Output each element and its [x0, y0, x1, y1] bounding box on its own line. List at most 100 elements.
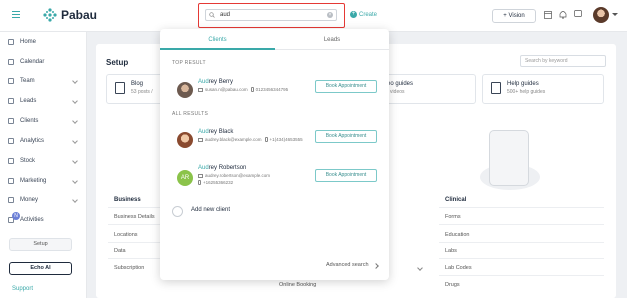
stock-icon [8, 158, 14, 164]
divider [439, 242, 604, 243]
mail-icon [198, 87, 203, 92]
sidebar-item-marketing[interactable]: Marketing [8, 176, 83, 188]
mail-icon [198, 173, 203, 178]
divider [439, 224, 604, 225]
online-booking-link[interactable]: Online Booking [279, 282, 316, 288]
marketing-icon [8, 178, 14, 184]
activities-badge: N [12, 212, 20, 220]
sidebar-item-stock[interactable]: Stock [8, 156, 83, 168]
divider [439, 207, 604, 208]
create-button[interactable]: + Create [350, 11, 377, 18]
divider [439, 258, 604, 259]
lab-codes-link[interactable]: Lab Codes [445, 265, 472, 271]
advanced-search-link[interactable]: Advanced search [326, 262, 369, 268]
phone-illustration [489, 130, 529, 186]
chevron-down-icon [72, 158, 78, 164]
chevron-down-icon [72, 197, 78, 203]
client-contact: susan.n@pabau.com 0123456344795 [198, 87, 288, 93]
sidebar-item-team[interactable]: Team [8, 76, 83, 88]
divider [108, 242, 168, 243]
chevron-down-icon[interactable] [417, 265, 423, 271]
education-link[interactable]: Education [445, 232, 469, 238]
business-header: Business [114, 197, 141, 203]
top-bar: Pabau aud × + Create + Vision [0, 0, 627, 32]
client-phone: +16255366232 [198, 180, 233, 186]
client-name[interactable]: Audrey Berry [198, 79, 233, 85]
pabau-logo-icon [43, 8, 57, 22]
sidebar-item-calendar[interactable]: Calendar [8, 57, 83, 69]
divider [108, 258, 168, 259]
clear-icon[interactable]: × [327, 12, 333, 18]
vision-button[interactable]: + Vision [492, 9, 536, 23]
sidebar: Home Calendar Team Leads Clients Analyti… [0, 32, 87, 298]
labs-link[interactable]: Labs [445, 248, 457, 254]
book-appointment-button[interactable]: Book Appointment [315, 169, 377, 182]
add-user-icon [172, 206, 183, 217]
subscription-link[interactable]: Subscription [114, 265, 144, 271]
support-link[interactable]: Support [12, 286, 33, 292]
chat-icon[interactable] [574, 10, 582, 19]
echo-ai-button[interactable]: Echo AI [9, 262, 72, 275]
sidebar-item-clients[interactable]: Clients [8, 116, 83, 128]
team-icon [8, 78, 14, 84]
chevron-down-icon [72, 178, 78, 184]
avatar [177, 82, 193, 98]
client-name[interactable]: Audrey Black [198, 129, 233, 135]
sidebar-item-leads[interactable]: Leads [8, 96, 83, 108]
home-icon [8, 39, 14, 45]
calendar-icon [8, 59, 14, 65]
setup-button[interactable]: Setup [9, 238, 72, 251]
divider [108, 207, 168, 208]
chevron-right-icon [373, 263, 379, 269]
divider [439, 275, 604, 276]
plus-icon: + [350, 11, 357, 18]
search-value: aud [220, 12, 231, 18]
user-avatar[interactable] [593, 7, 609, 23]
client-name[interactable]: Audrey Robertson [198, 165, 246, 171]
book-appointment-button[interactable]: Book Appointment [315, 130, 377, 143]
bell-icon[interactable] [559, 10, 567, 19]
client-contact: audrey.black@example.com +1(434)4653555 [198, 137, 303, 143]
divider [108, 224, 168, 225]
chevron-down-icon [72, 138, 78, 144]
tab-leads[interactable]: Leads [275, 29, 389, 50]
money-icon [8, 197, 14, 203]
clinical-header: Clinical [445, 197, 467, 203]
brand-name: Pabau [61, 8, 98, 22]
client-email: audrey.robertson@example.com [198, 173, 270, 178]
sidebar-item-analytics[interactable]: Analytics [8, 136, 83, 148]
help-guides-card[interactable]: Help guides 500+ help guides [482, 74, 604, 104]
phone-icon [198, 180, 201, 186]
sidebar-item-money[interactable]: Money [8, 195, 83, 207]
mail-icon [198, 137, 203, 142]
drugs-link[interactable]: Drugs [445, 282, 460, 288]
menu-icon[interactable] [12, 11, 20, 18]
clients-icon [8, 118, 14, 124]
data-link[interactable]: Data [114, 248, 126, 254]
tab-clients[interactable]: Clients [160, 29, 275, 50]
calendar-icon[interactable] [544, 10, 552, 19]
chevron-down-icon [72, 98, 78, 104]
analytics-icon [8, 138, 14, 144]
add-new-client-link[interactable]: Add new client [191, 207, 230, 213]
book-appointment-button[interactable]: Book Appointment [315, 80, 377, 93]
avatar: AR [177, 170, 193, 186]
chevron-down-icon [72, 118, 78, 124]
leads-icon [8, 98, 14, 104]
all-results-label: ALL RESULTS [172, 111, 209, 117]
locations-link[interactable]: Locations [114, 232, 138, 238]
phone-icon [264, 137, 268, 143]
phone-icon [250, 87, 254, 93]
page-title: Setup [106, 58, 129, 67]
global-search-input[interactable]: aud × [205, 9, 337, 21]
blog-icon [115, 82, 125, 94]
business-details-link[interactable]: Business Details [114, 214, 155, 220]
chevron-down-icon[interactable] [612, 13, 618, 16]
forms-link[interactable]: Forms [445, 214, 461, 220]
sidebar-item-home[interactable]: Home [8, 37, 83, 49]
keyword-search-input[interactable]: Search by keyword [520, 55, 606, 67]
search-highlight-box: aud × [198, 3, 345, 28]
top-result-label: TOP RESULT [172, 60, 206, 66]
search-icon [209, 12, 215, 18]
help-guides-icon [491, 82, 501, 94]
